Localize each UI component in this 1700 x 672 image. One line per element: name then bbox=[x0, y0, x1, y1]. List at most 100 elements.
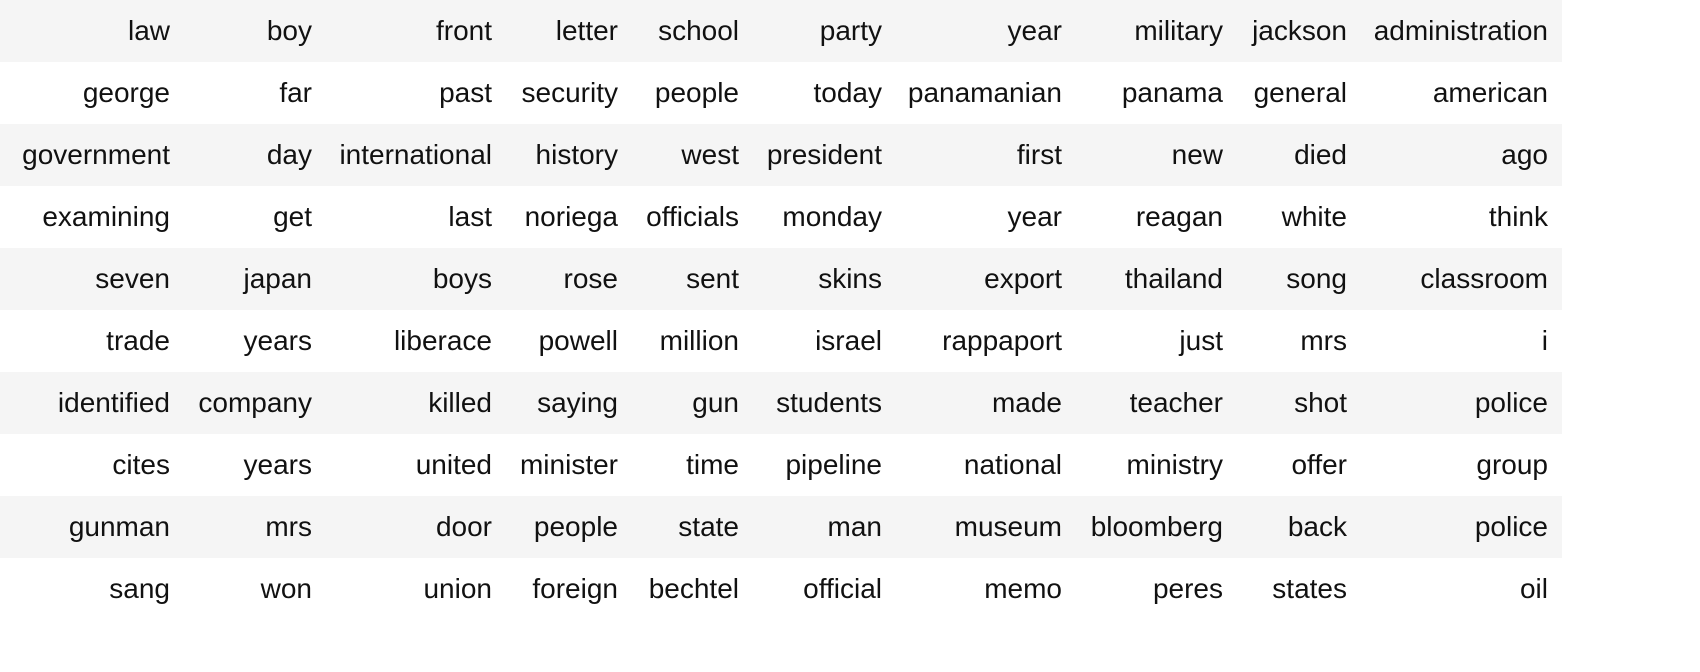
table-row: gunman mrs door people state man museum bloombe… bbox=[0, 496, 1562, 558]
table-cell: far bbox=[184, 62, 326, 124]
table-cell: officials bbox=[632, 186, 753, 248]
table-cell: rose bbox=[506, 248, 632, 310]
table-cell: sang bbox=[0, 558, 184, 620]
table-cell: panamanian bbox=[896, 62, 1076, 124]
table-cell: gunman bbox=[0, 496, 184, 558]
table-row: seven japan boys rose sent skins export thailan… bbox=[0, 248, 1562, 310]
table-cell: door bbox=[326, 496, 506, 558]
table-cell: think bbox=[1361, 186, 1562, 248]
table-cell: state bbox=[632, 496, 753, 558]
table-cell: peres bbox=[1076, 558, 1237, 620]
table-row: law boy front letter school party year military… bbox=[0, 0, 1562, 62]
table-cell: trade bbox=[0, 310, 184, 372]
table-cell: ago bbox=[1361, 124, 1562, 186]
table-cell: people bbox=[632, 62, 753, 124]
table-cell: front bbox=[326, 0, 506, 62]
table-cell: song bbox=[1237, 248, 1361, 310]
table-cell: cites bbox=[0, 434, 184, 496]
table-cell: offer bbox=[1237, 434, 1361, 496]
table-cell: liberace bbox=[326, 310, 506, 372]
table-cell: i bbox=[1361, 310, 1562, 372]
table-cell: police bbox=[1361, 496, 1562, 558]
table-cell: time bbox=[632, 434, 753, 496]
table-cell: today bbox=[753, 62, 896, 124]
table-cell: memo bbox=[896, 558, 1076, 620]
table-cell: powell bbox=[506, 310, 632, 372]
table-row: identified company killed saying gun students… bbox=[0, 372, 1562, 434]
table-cell: history bbox=[506, 124, 632, 186]
table-cell: party bbox=[753, 0, 896, 62]
table-cell: company bbox=[184, 372, 326, 434]
table-cell: general bbox=[1237, 62, 1361, 124]
table-row: george far past security people today panamani… bbox=[0, 62, 1562, 124]
table-cell: west bbox=[632, 124, 753, 186]
table-cell: year bbox=[896, 186, 1076, 248]
table-cell: letter bbox=[506, 0, 632, 62]
table-cell: panama bbox=[1076, 62, 1237, 124]
table-cell: president bbox=[753, 124, 896, 186]
table-cell: died bbox=[1237, 124, 1361, 186]
table-cell: won bbox=[184, 558, 326, 620]
table-cell: back bbox=[1237, 496, 1361, 558]
table-cell: man bbox=[753, 496, 896, 558]
table-cell: million bbox=[632, 310, 753, 372]
table-cell: united bbox=[326, 434, 506, 496]
table-cell: noriega bbox=[506, 186, 632, 248]
table-cell: skins bbox=[753, 248, 896, 310]
table-cell: first bbox=[896, 124, 1076, 186]
table-cell: sent bbox=[632, 248, 753, 310]
table-cell: white bbox=[1237, 186, 1361, 248]
table-cell: national bbox=[896, 434, 1076, 496]
table-row: sang won union foreign bechtel official memo pe… bbox=[0, 558, 1562, 620]
table-cell: museum bbox=[896, 496, 1076, 558]
table-cell: last bbox=[326, 186, 506, 248]
table-cell: japan bbox=[184, 248, 326, 310]
table-cell: jackson bbox=[1237, 0, 1361, 62]
table-cell: killed bbox=[326, 372, 506, 434]
table-cell: years bbox=[184, 434, 326, 496]
table-cell: international bbox=[326, 124, 506, 186]
table-row: trade years liberace powell million israel rap… bbox=[0, 310, 1562, 372]
table-cell: bechtel bbox=[632, 558, 753, 620]
table-cell: american bbox=[1361, 62, 1562, 124]
table-cell: foreign bbox=[506, 558, 632, 620]
table-cell: official bbox=[753, 558, 896, 620]
table-cell: rappaport bbox=[896, 310, 1076, 372]
table-cell: administration bbox=[1361, 0, 1562, 62]
table-cell: security bbox=[506, 62, 632, 124]
table-cell: saying bbox=[506, 372, 632, 434]
table-cell: thailand bbox=[1076, 248, 1237, 310]
table-cell: george bbox=[0, 62, 184, 124]
table-cell: states bbox=[1237, 558, 1361, 620]
table-cell: past bbox=[326, 62, 506, 124]
table-cell: get bbox=[184, 186, 326, 248]
table-row: government day international history west pre… bbox=[0, 124, 1562, 186]
table-cell: ministry bbox=[1076, 434, 1237, 496]
table-cell: police bbox=[1361, 372, 1562, 434]
table-cell: school bbox=[632, 0, 753, 62]
table-cell: years bbox=[184, 310, 326, 372]
table-cell: government bbox=[0, 124, 184, 186]
table-cell: examining bbox=[0, 186, 184, 248]
table-cell: identified bbox=[0, 372, 184, 434]
table-cell: boy bbox=[184, 0, 326, 62]
table-cell: mrs bbox=[1237, 310, 1361, 372]
table-cell: shot bbox=[1237, 372, 1361, 434]
table-cell: export bbox=[896, 248, 1076, 310]
table-cell: pipeline bbox=[753, 434, 896, 496]
table-cell: seven bbox=[0, 248, 184, 310]
table-cell: minister bbox=[506, 434, 632, 496]
table-cell: group bbox=[1361, 434, 1562, 496]
table-cell: military bbox=[1076, 0, 1237, 62]
table-cell: law bbox=[0, 0, 184, 62]
word-table: law boy front letter school party year military… bbox=[0, 0, 1562, 620]
table-cell: reagan bbox=[1076, 186, 1237, 248]
table-cell: union bbox=[326, 558, 506, 620]
table-cell: new bbox=[1076, 124, 1237, 186]
table-cell: made bbox=[896, 372, 1076, 434]
table-cell: israel bbox=[753, 310, 896, 372]
table-row: examining get last noriega officials monday ye… bbox=[0, 186, 1562, 248]
table-cell: boys bbox=[326, 248, 506, 310]
table-cell: people bbox=[506, 496, 632, 558]
table-cell: just bbox=[1076, 310, 1237, 372]
